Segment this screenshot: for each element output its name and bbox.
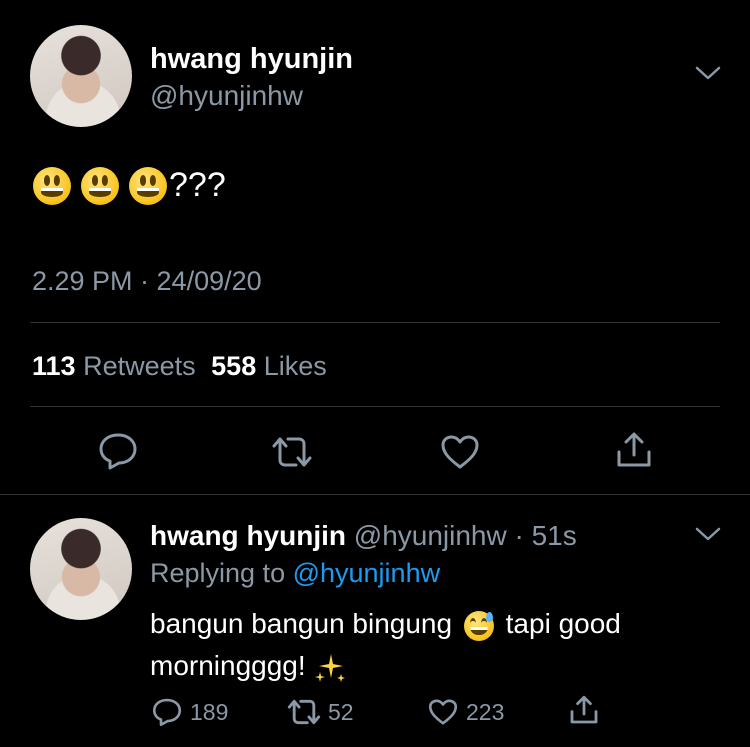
retweet-arrows-icon <box>272 437 312 467</box>
display-name[interactable]: hwang hyunjin <box>150 43 353 76</box>
sparkles-emoji <box>313 652 347 684</box>
tweet-text: ??? <box>33 166 226 205</box>
reply-like-button[interactable]: 223 <box>428 698 504 726</box>
speech-bubble-icon <box>99 433 137 470</box>
reply-text-part1: bangun bangun bingung <box>150 608 460 639</box>
retweet-arrows-icon <box>287 699 321 725</box>
like-count: 223 <box>466 698 505 725</box>
likes-label: Likes <box>263 351 327 381</box>
grinning-face-emoji <box>33 166 71 205</box>
reply-retweet-button[interactable]: 52 <box>286 698 354 726</box>
retweet-count: 52 <box>328 698 354 725</box>
tweet-text-suffix: ??? <box>169 166 226 204</box>
reply-reply-button[interactable]: 189 <box>152 697 228 727</box>
like-button[interactable] <box>440 434 480 470</box>
reply-display-name[interactable]: hwang hyunjin <box>150 520 346 551</box>
replying-to-handle[interactable]: @hyunjinhw <box>293 558 441 588</box>
retweets-stat[interactable]: 113 Retweets <box>32 351 203 381</box>
reply-header: hwang hyunjin @hyunjinhw · 51s <box>150 520 577 552</box>
likes-count: 558 <box>211 351 257 381</box>
heart-icon <box>428 699 458 725</box>
chevron-down-icon[interactable] <box>694 63 722 83</box>
reply-handle-time: @hyunjinhw · 51s <box>353 520 577 551</box>
grinning-face-emoji <box>81 166 119 205</box>
share-button[interactable] <box>614 430 654 470</box>
reply-text: bangun bangun bingung tapi good morningg… <box>150 603 730 687</box>
reply-count: 189 <box>190 698 229 725</box>
avatar[interactable] <box>30 25 132 127</box>
divider <box>30 406 720 407</box>
retweets-count: 113 <box>32 351 76 381</box>
reply-chevron-down-icon[interactable] <box>694 524 722 544</box>
reply-text-line2: morningggg! <box>150 650 314 681</box>
heart-icon <box>441 435 479 469</box>
divider <box>30 322 720 323</box>
replying-to: Replying to @hyunjinhw <box>150 558 440 589</box>
retweets-label: Retweets <box>83 351 196 381</box>
reply-text-part2: tapi good <box>497 608 621 639</box>
share-upload-icon <box>570 695 598 724</box>
reply-avatar[interactable] <box>30 518 132 620</box>
speech-bubble-icon <box>152 698 182 727</box>
reply-share-button[interactable] <box>568 694 600 726</box>
likes-stat[interactable]: 558 Likes <box>211 351 327 381</box>
replying-to-label: Replying to <box>150 558 293 588</box>
section-divider <box>0 494 750 495</box>
retweet-button[interactable] <box>270 436 314 468</box>
grinning-sweat-emoji <box>463 610 494 641</box>
share-upload-icon <box>617 432 651 467</box>
grinning-face-emoji <box>129 166 167 205</box>
engagement-stats: 113 Retweets 558 Likes <box>32 351 327 382</box>
reply-button[interactable] <box>98 432 138 470</box>
user-handle[interactable]: @hyunjinhw <box>150 80 303 112</box>
tweet-timestamp[interactable]: 2.29 PM · 24/09/20 <box>32 266 262 297</box>
